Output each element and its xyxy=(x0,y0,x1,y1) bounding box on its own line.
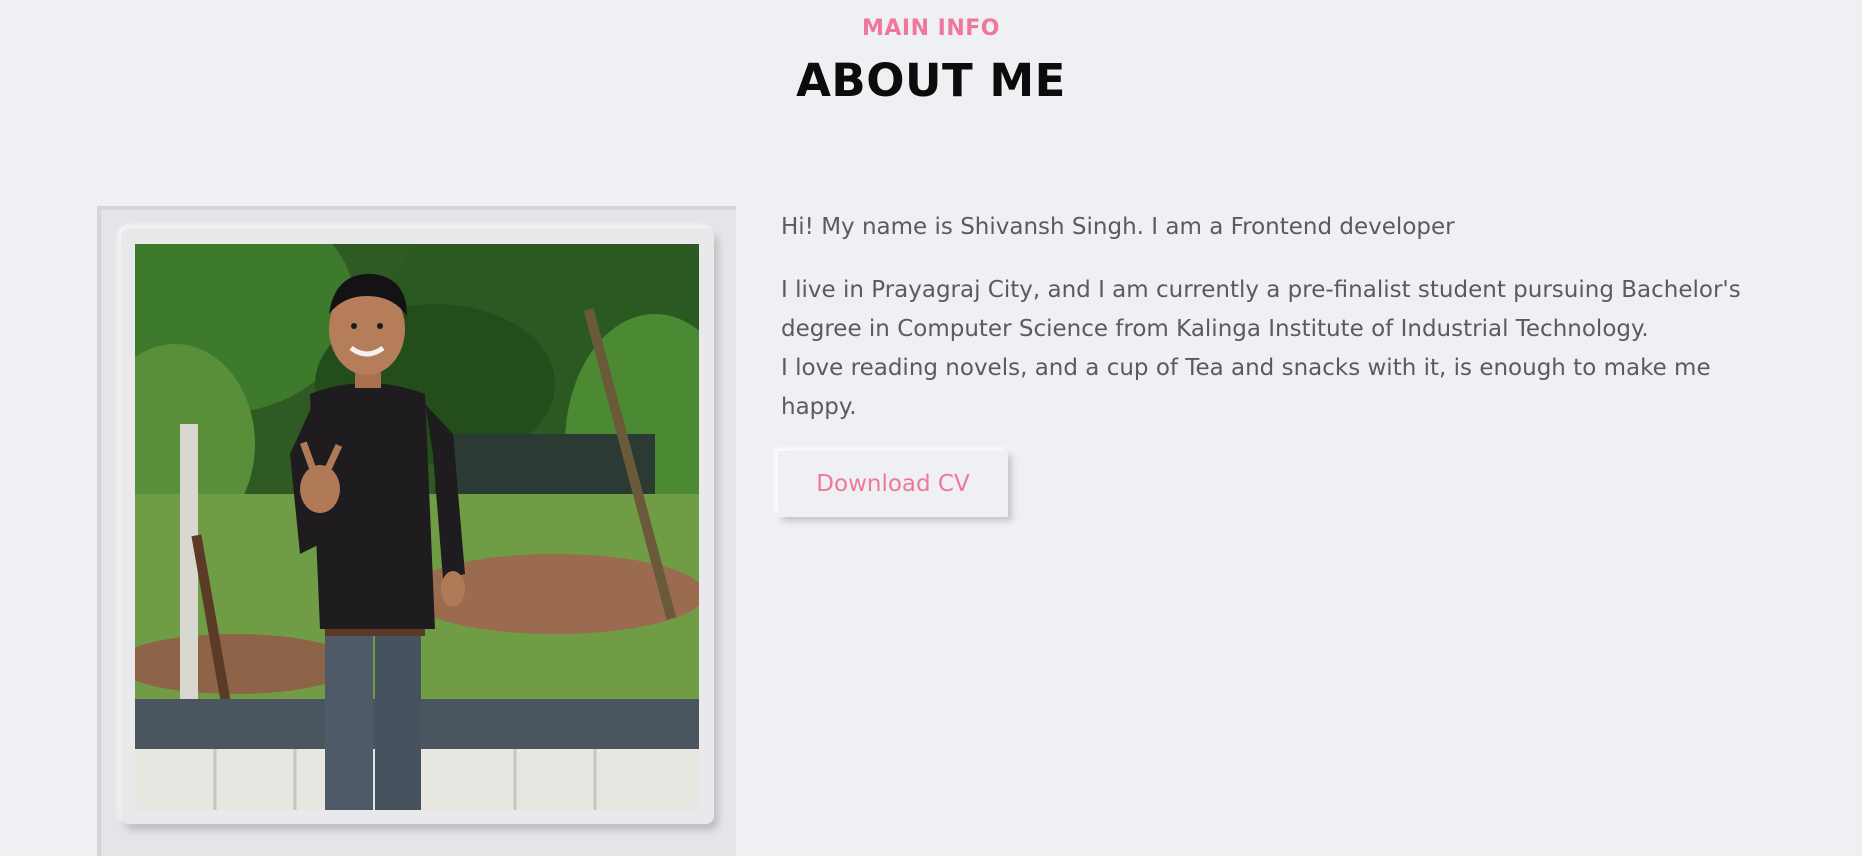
intro-text: Hi! My name is Shivansh Singh. I am a Fr… xyxy=(781,214,1455,240)
bio-paragraph-1: I live in Prayagraj City, and I am curre… xyxy=(781,277,1741,342)
bio-text: I live in Prayagraj City, and I am curre… xyxy=(781,271,1781,427)
profile-photo xyxy=(135,244,699,810)
section-eyebrow: MAIN INFO xyxy=(861,16,1000,41)
page-title: ABOUT ME xyxy=(796,54,1066,107)
bio-paragraph-2: I love reading novels, and a cup of Tea … xyxy=(781,355,1711,420)
download-cv-button[interactable]: Download CV xyxy=(778,451,1008,517)
